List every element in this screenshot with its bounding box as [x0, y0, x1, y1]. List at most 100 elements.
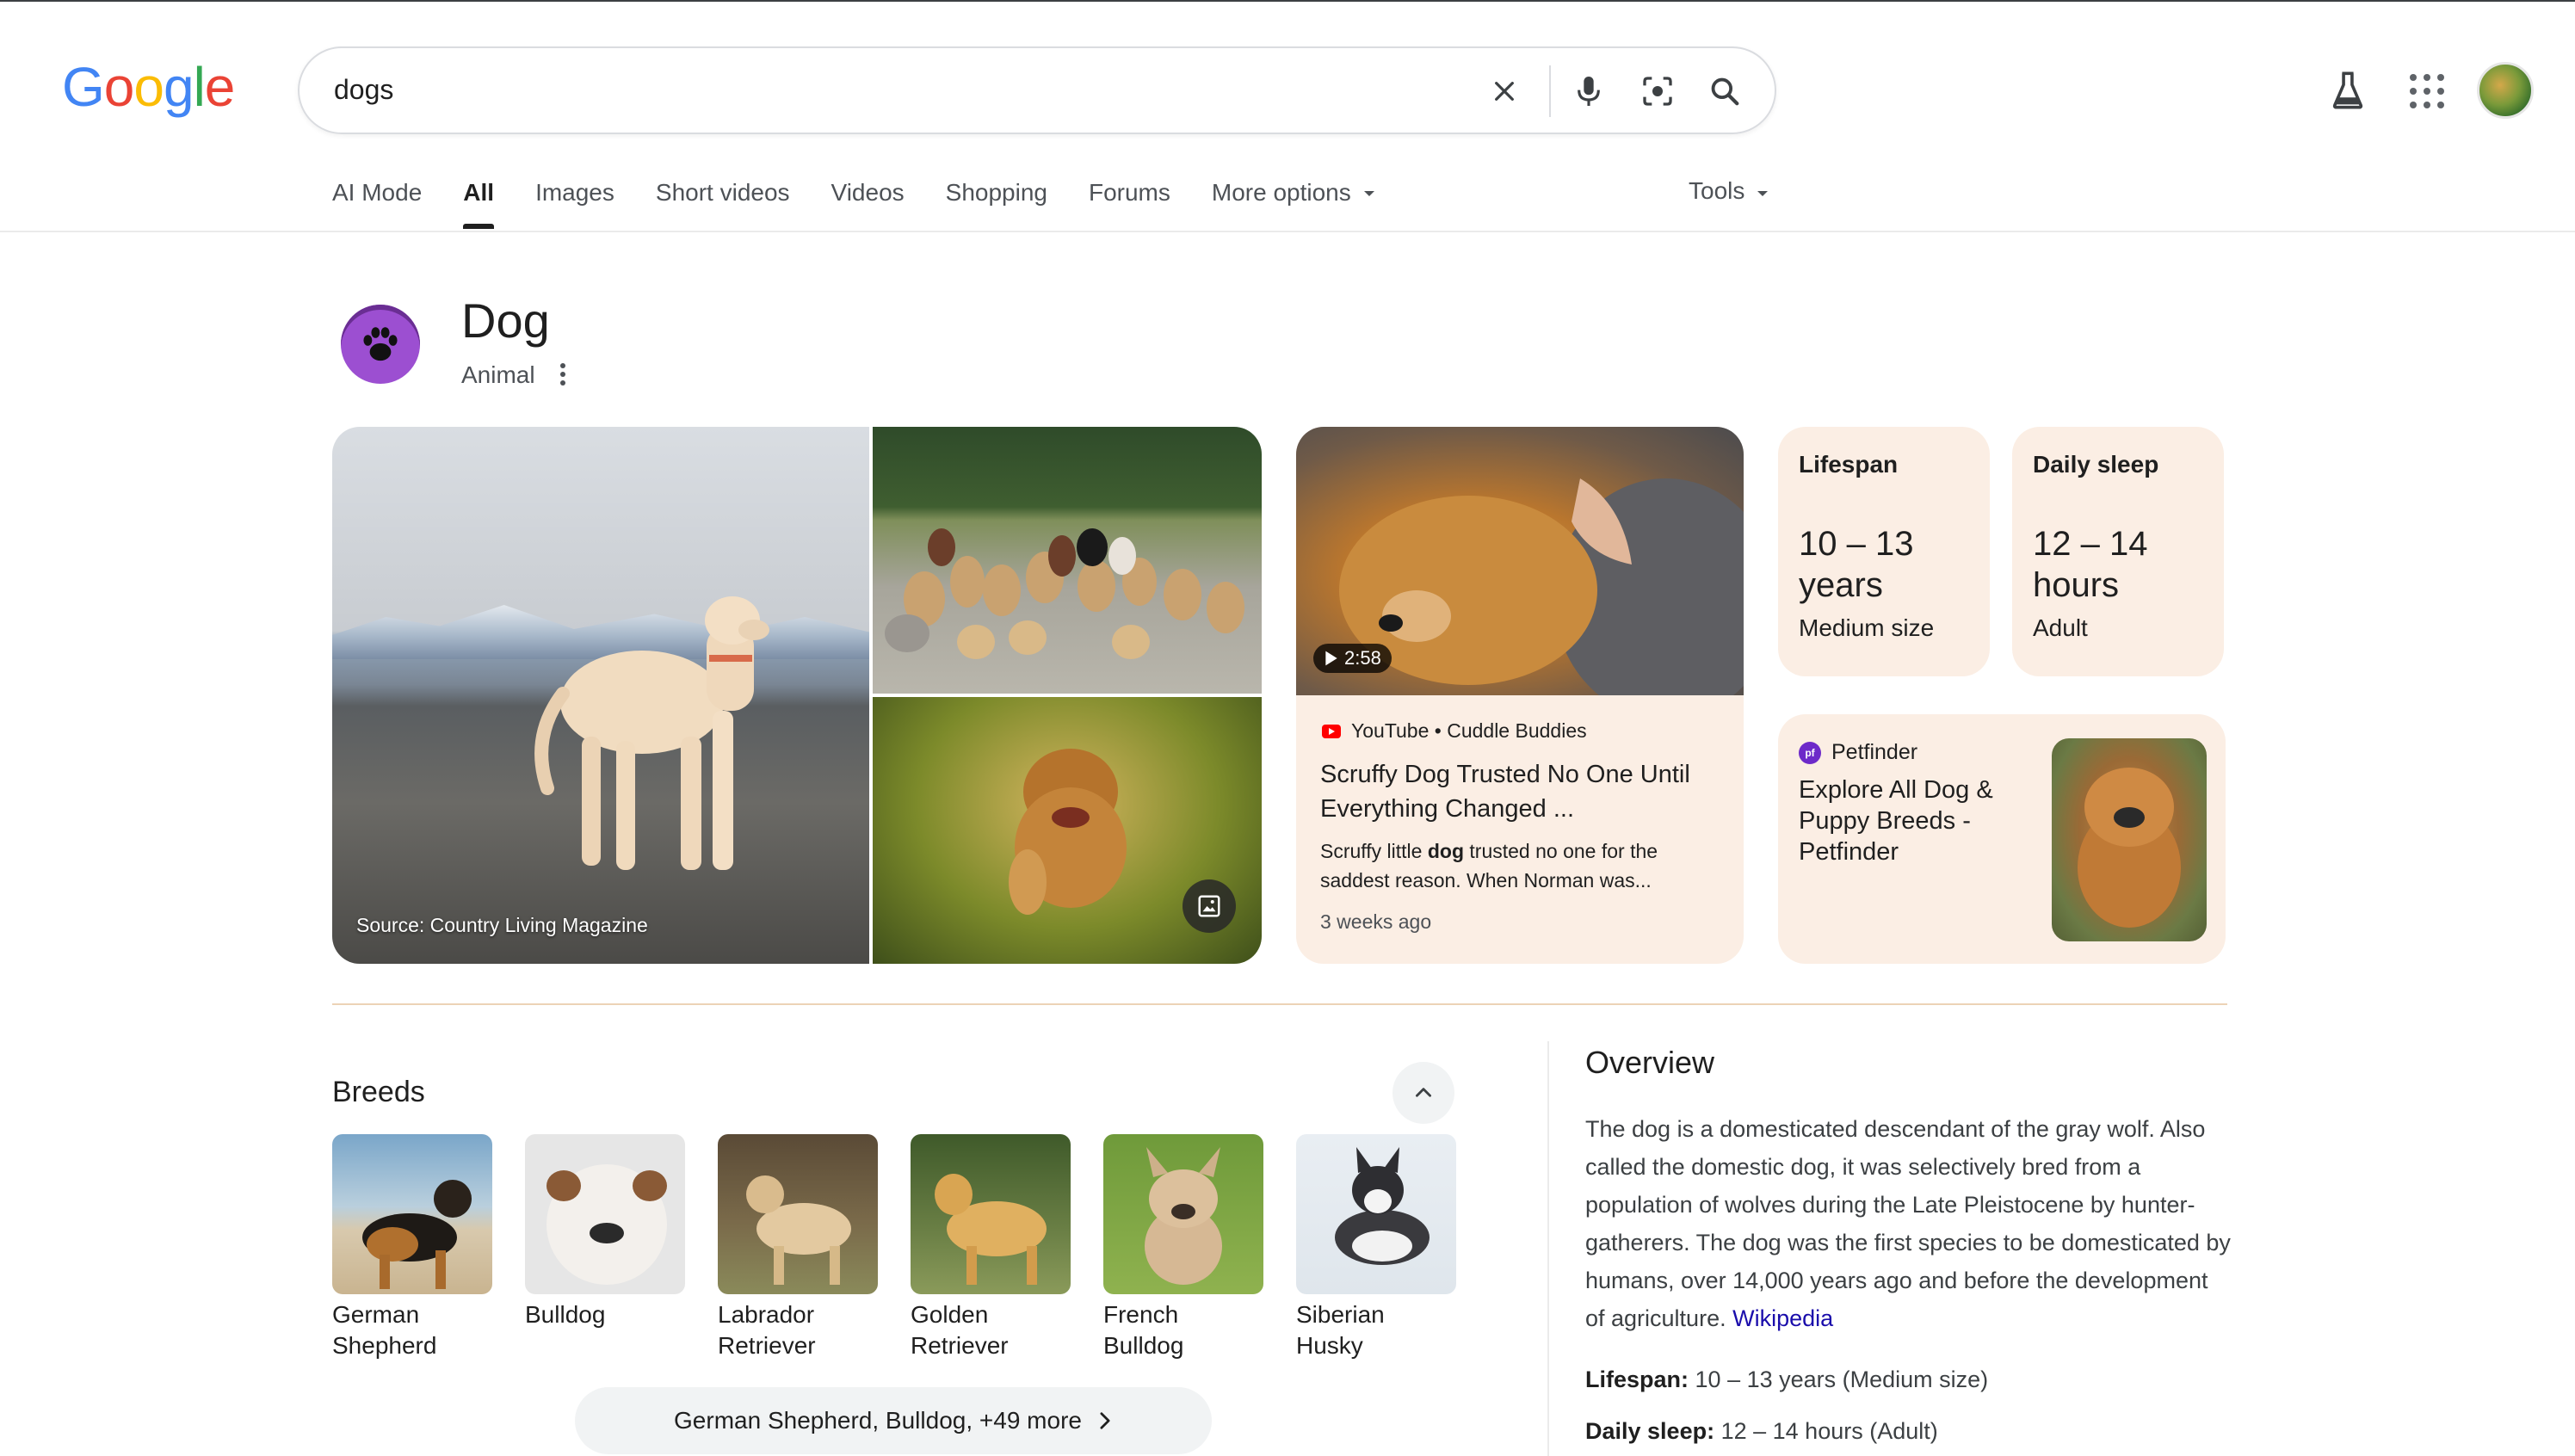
search-divider [1549, 65, 1551, 117]
image-mosaic[interactable]: Source: Country Living Magazine [332, 427, 1262, 964]
breed-image [525, 1134, 685, 1294]
labrador-image[interactable]: Source: Country Living Magazine [332, 427, 869, 964]
window-top-border [0, 0, 2575, 2]
breed-item-german-shepherd[interactable]: German Shepherd [332, 1134, 492, 1361]
tab-ai-mode[interactable]: AI Mode [332, 177, 422, 229]
petfinder-card[interactable]: pf Petfinder Explore All Dog & Puppy Bre… [1778, 714, 2226, 964]
more-vert-icon[interactable] [558, 363, 568, 386]
video-snippet: Scruffy little dog trusted no one for th… [1320, 836, 1725, 895]
tab-more-options-label: More options [1211, 179, 1351, 206]
tab-all[interactable]: All [463, 177, 494, 229]
view-gallery-icon[interactable] [1183, 879, 1236, 933]
video-snippet-bold: dog [1427, 840, 1464, 862]
breed-item-labrador-retriever[interactable]: Labrador Retriever [718, 1134, 878, 1361]
fact-lifespan: Lifespan: 10 – 13 years (Medium size) [1585, 1367, 1988, 1393]
fact-value: 10 – 13 years (Medium size) [1695, 1367, 1989, 1392]
stat-sub: Medium size [1799, 614, 1935, 641]
breed-name: Labrador Retriever [718, 1301, 816, 1359]
play-icon [1325, 651, 1337, 666]
column-divider [1547, 1041, 1549, 1456]
microphone-icon[interactable] [1568, 71, 1609, 112]
breed-name: French Bulldog [1103, 1301, 1184, 1359]
image-source-caption: Source: Country Living Magazine [356, 914, 648, 936]
fact-label: Lifespan: [1585, 1367, 1689, 1392]
fact-label: Daily sleep: [1585, 1418, 1715, 1444]
breeds-title: Breeds [332, 1076, 425, 1108]
fact-value: 12 – 14 hours (Adult) [1720, 1418, 1938, 1444]
stat-card-lifespan[interactable]: Lifespan 10 – 13 years Medium size [1778, 427, 1990, 676]
video-duration: 2:58 [1344, 647, 1381, 669]
video-channel: YouTube • Cuddle Buddies [1351, 719, 1587, 742]
video-source-row: YouTube • Cuddle Buddies [1322, 719, 1587, 743]
wikipedia-link[interactable]: Wikipedia [1732, 1305, 1833, 1331]
dog-group-image[interactable] [873, 427, 1262, 694]
golden-retriever-image[interactable] [873, 697, 1262, 964]
breed-name: Golden Retriever [911, 1301, 1009, 1359]
google-logo[interactable]: Google [62, 57, 235, 117]
video-snippet-start: Scruffy little [1320, 840, 1428, 862]
breed-illustration [362, 1180, 472, 1289]
stat-sub: Adult [2033, 614, 2088, 641]
tab-shopping[interactable]: Shopping [946, 177, 1047, 229]
dog-group-illustration [885, 528, 1244, 659]
search-input[interactable]: dogs [334, 74, 393, 106]
search-box[interactable]: dogs [298, 46, 1776, 134]
breed-item-golden-retriever[interactable]: Golden Retriever [911, 1134, 1071, 1361]
breed-item-french-bulldog[interactable]: French Bulldog [1103, 1134, 1263, 1361]
tab-short-videos[interactable]: Short videos [656, 177, 790, 229]
tools-label: Tools [1689, 177, 1745, 204]
breed-illustration [746, 1175, 851, 1285]
chow-chow-image[interactable] [2052, 738, 2207, 941]
breed-item-siberian-husky[interactable]: Siberian Husky [1296, 1134, 1456, 1361]
breed-image [1296, 1134, 1456, 1294]
video-duration-badge: 2:58 [1313, 644, 1392, 673]
more-breeds-button[interactable]: German Shepherd, Bulldog, +49 more [575, 1387, 1212, 1454]
collapse-breeds-button[interactable] [1392, 1062, 1454, 1124]
breed-illustration [1335, 1147, 1430, 1265]
video-thumbnail[interactable]: 2:58 [1296, 427, 1744, 719]
petfinder-source-row: pf Petfinder [1799, 740, 1917, 765]
fact-daily-sleep: Daily sleep: 12 – 14 hours (Adult) [1585, 1418, 1938, 1445]
breed-item-bulldog[interactable]: Bulldog [525, 1134, 685, 1330]
stat-label: Lifespan [1799, 451, 1899, 478]
breed-image [1103, 1134, 1263, 1294]
tab-images[interactable]: Images [535, 177, 614, 229]
stat-value: 10 – 13 years [1799, 525, 1914, 604]
chevron-up-icon [1416, 1088, 1431, 1097]
video-title[interactable]: Scruffy Dog Trusted No One Until Everyth… [1320, 757, 1725, 826]
breed-illustration [546, 1164, 667, 1285]
stat-label: Daily sleep [2033, 451, 2159, 478]
breed-illustration [935, 1174, 1047, 1285]
video-card[interactable]: 2:58 YouTube • Cuddle Buddies Scruffy Do… [1296, 427, 1744, 964]
youtube-icon [1322, 724, 1341, 738]
chevron-right-icon [1100, 1412, 1110, 1429]
petfinder-title[interactable]: Explore All Dog & Puppy Breeds - Petfind… [1799, 774, 2005, 867]
more-breeds-label: German Shepherd, Bulldog, +49 more [674, 1407, 1082, 1434]
overview-body: The dog is a domesticated descendant of … [1585, 1116, 2231, 1331]
avatar[interactable] [2477, 62, 2534, 119]
overview-title: Overview [1585, 1045, 1715, 1080]
labs-flask-icon[interactable] [2329, 67, 2367, 114]
caret-down-icon [1363, 191, 1374, 196]
paw-icon [341, 305, 420, 384]
tab-forums[interactable]: Forums [1089, 177, 1170, 229]
clear-icon[interactable] [1485, 72, 1523, 110]
entity-subtitle: Animal [461, 361, 535, 388]
caret-down-icon [1757, 191, 1769, 196]
search-icon[interactable] [1704, 71, 1745, 112]
tab-videos[interactable]: Videos [831, 177, 905, 229]
overview-text: The dog is a domesticated descendant of … [1585, 1110, 2231, 1337]
breed-image [911, 1134, 1071, 1294]
breed-name: German Shepherd [332, 1301, 437, 1359]
breed-image [332, 1134, 492, 1294]
camera-lens-icon[interactable] [1637, 71, 1678, 112]
breed-illustration [1145, 1147, 1222, 1285]
apps-grid-icon[interactable] [2410, 74, 2444, 108]
stat-value: 12 – 14 hours [2033, 525, 2148, 604]
tools-button[interactable]: Tools [1689, 177, 1769, 208]
labrador-illustration [534, 596, 769, 870]
breed-name: Siberian Husky [1296, 1301, 1385, 1359]
tab-more-options[interactable]: More options [1212, 177, 1375, 229]
chow-chow-illustration [2078, 768, 2181, 928]
stat-card-daily-sleep[interactable]: Daily sleep 12 – 14 hours Adult [2012, 427, 2224, 676]
